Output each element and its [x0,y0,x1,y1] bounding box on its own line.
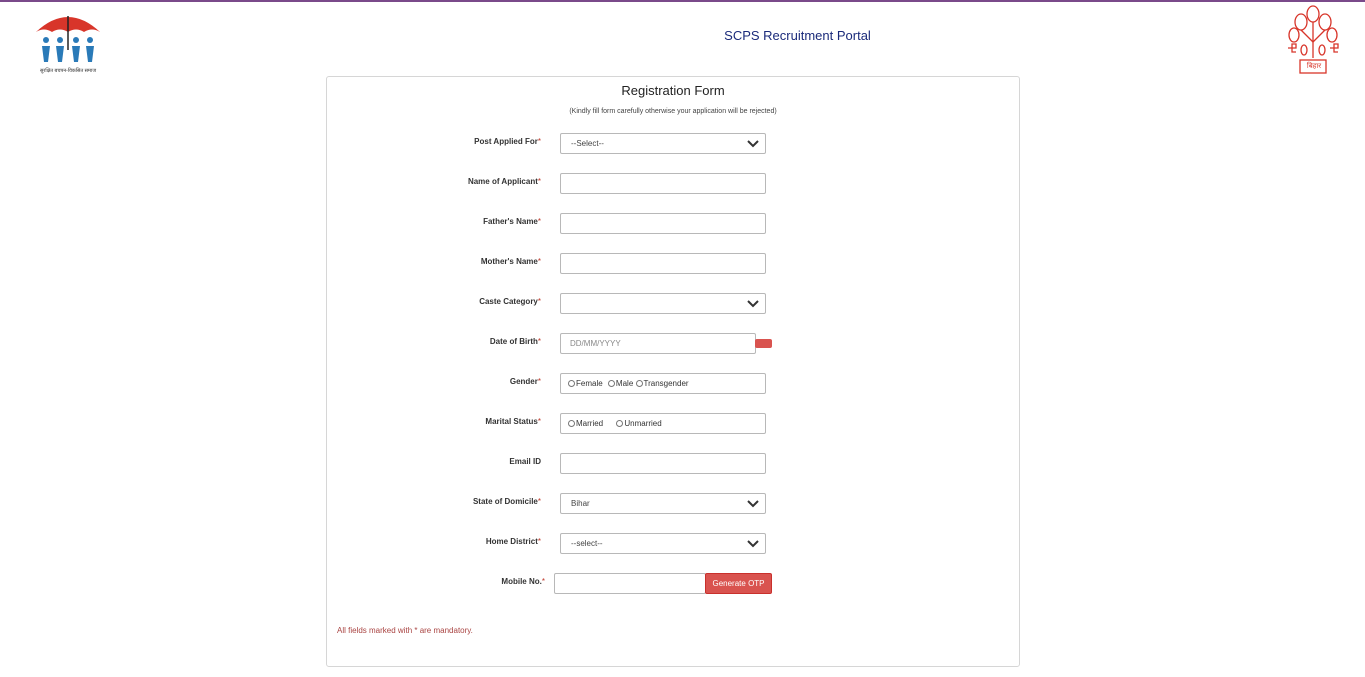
row-marital-status: Marital Status* Married Unmarried [327,413,1019,435]
row-mother-name: Mother's Name* [327,253,1019,275]
caste-category-label: Caste Category* [479,297,541,306]
chevron-down-icon [747,140,759,148]
mobile-label: Mobile No.* [501,577,545,586]
marital-status-label: Marital Status* [485,417,541,426]
mandatory-note: All fields marked with * are mandatory. [337,626,473,635]
gender-radio-group: Female Male Transgender [560,373,766,394]
logo-caption: सुरक्षित बचपन-विकसित समाज [39,68,97,74]
row-post-applied: Post Applied For* --Select-- [327,133,1019,155]
chevron-down-icon [747,300,759,308]
post-applied-label: Post Applied For* [474,137,541,146]
gender-option-male[interactable]: Male [607,379,633,388]
registration-form-card: Registration Form (Kindly fill form care… [326,76,1020,667]
row-mobile: Mobile No.* Generate OTP [327,573,1019,595]
radio-icon [568,380,575,388]
top-border [0,0,1365,2]
portal-title: SCPS Recruitment Portal [724,28,871,43]
home-district-value: --select-- [571,539,603,548]
gender-label: Gender* [509,377,541,386]
marital-option-unmarried[interactable]: Unmarried [616,419,662,428]
applicant-name-label: Name of Applicant* [467,177,541,186]
row-email: Email ID [327,453,1019,475]
calendar-button[interactable] [755,339,772,348]
father-name-label: Father's Name* [483,217,541,226]
emblem-text: बिहार [1306,63,1322,70]
state-domicile-select[interactable]: Bihar [560,493,766,514]
post-applied-select[interactable]: --Select-- [560,133,766,154]
row-father-name: Father's Name* [327,213,1019,235]
chevron-down-icon [747,500,759,508]
email-input[interactable] [560,453,766,474]
home-district-label: Home District* [485,537,541,546]
row-home-district: Home District* --select-- [327,533,1019,555]
state-domicile-value: Bihar [571,499,590,508]
form-title: Registration Form [621,83,725,98]
row-gender: Gender* Female Male Transgender [327,373,1019,395]
row-caste-category: Caste Category* [327,293,1019,315]
caste-category-select[interactable] [560,293,766,314]
mother-name-label: Mother's Name* [480,257,541,266]
radio-icon [635,380,643,388]
generate-otp-button[interactable]: Generate OTP [705,573,772,594]
radio-icon [616,420,624,428]
state-domicile-label: State of Domicile* [472,497,541,506]
gender-option-transgender[interactable]: Transgender [635,379,689,388]
row-state-domicile: State of Domicile* Bihar [327,493,1019,515]
mobile-input[interactable] [554,573,706,594]
dob-label: Date of Birth* [489,337,541,346]
marital-option-married[interactable]: Married [568,419,603,428]
applicant-name-input[interactable] [560,173,766,194]
form-note: (Kindly fill form carefully otherwise yo… [569,108,777,115]
post-applied-value: --Select-- [571,139,604,148]
mother-name-input[interactable] [560,253,766,274]
home-district-select[interactable]: --select-- [560,533,766,554]
dob-input[interactable]: DD/MM/YYYY [560,333,756,354]
father-name-input[interactable] [560,213,766,234]
marital-radio-group: Married Unmarried [560,413,766,434]
radio-icon [568,420,575,428]
email-label: Email ID [509,457,541,466]
row-applicant-name: Name of Applicant* [327,173,1019,195]
row-date-of-birth: Date of Birth* DD/MM/YYYY [327,333,1019,355]
radio-icon [607,380,615,388]
gender-option-female[interactable]: Female [568,379,603,388]
chevron-down-icon [747,540,759,548]
